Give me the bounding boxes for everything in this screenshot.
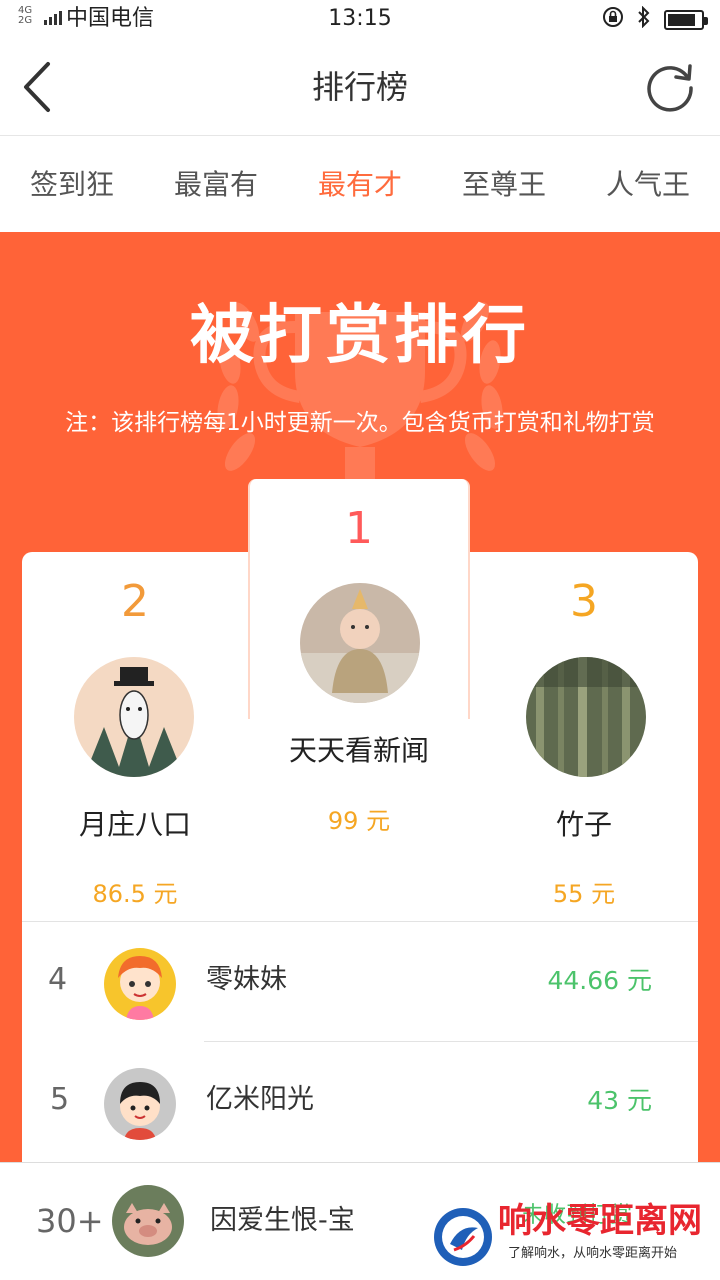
navigation-bar: 排行榜 [0, 38, 720, 136]
third-rank-number: 3 [570, 576, 598, 627]
third-name: 竹子 [555, 808, 612, 841]
my-rank-number: 30+ [36, 1202, 104, 1240]
watermark-subtitle: 了解响水，从响水零距离开始 [508, 1246, 678, 1261]
my-avatar [112, 1185, 184, 1257]
site-watermark: 响水零距离网 了解响水，从响水零距离开始 [432, 1196, 718, 1280]
second-avatar[interactable] [74, 657, 194, 777]
first-amount: 99 元 [327, 807, 391, 835]
status-bar: 4G 2G 中国电信 13:15 [0, 0, 720, 38]
second-rank-number: 2 [121, 576, 149, 627]
watermark-logo-icon [434, 1208, 492, 1266]
first-rank-number: 1 [345, 503, 373, 554]
list-amount: 44.66 元 [547, 966, 652, 995]
tab-popularity[interactable]: 人气王 [576, 137, 720, 232]
refresh-button[interactable] [644, 60, 696, 112]
rotation-lock-icon [602, 6, 624, 33]
list-name: 亿米阳光 [206, 1084, 314, 1115]
list-avatar [104, 948, 176, 1020]
banner-title: 被打赏排行 [190, 299, 530, 373]
list-name: 零妹妹 [206, 964, 287, 995]
podium-divider [22, 921, 698, 922]
banner-note: 注：该排行榜每1小时更新一次。包含货币打赏和礼物打赏 [65, 410, 655, 436]
list-rank: 4 [48, 962, 68, 997]
tab-supreme[interactable]: 至尊王 [432, 137, 576, 232]
category-tabs: 签到狂 最富有 最有才 至尊王 人气王 [0, 137, 720, 232]
refresh-icon [647, 64, 693, 112]
row-divider [204, 1041, 698, 1042]
page-title: 排行榜 [311, 68, 408, 106]
second-name: 月庄八口 [78, 808, 191, 841]
third-amount: 55 元 [552, 880, 616, 908]
battery-icon [664, 9, 708, 30]
tab-richest[interactable]: 最富有 [144, 137, 288, 232]
first-name: 天天看新闻 [288, 734, 429, 767]
tab-most-talented[interactable]: 最有才 [288, 137, 432, 232]
watermark-title: 响水零距离网 [498, 1201, 702, 1241]
third-avatar[interactable] [526, 657, 646, 777]
bluetooth-icon [636, 5, 652, 33]
tab-checkin[interactable]: 签到狂 [0, 137, 144, 232]
first-avatar[interactable] [300, 583, 420, 703]
list-amount: 43 元 [587, 1086, 652, 1115]
second-amount: 86.5 元 [92, 880, 178, 908]
list-avatar [104, 1068, 176, 1140]
my-name: 因爱生恨-宝 [210, 1205, 355, 1236]
list-rank: 5 [50, 1082, 70, 1117]
